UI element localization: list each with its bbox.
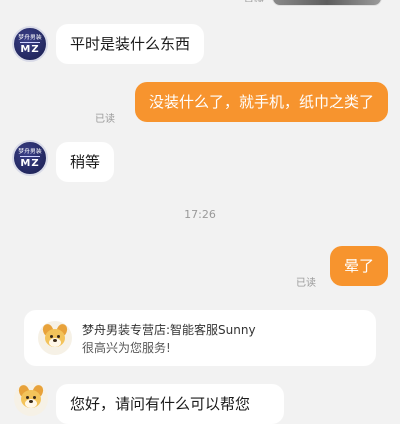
message-bubble-incoming[interactable]: 稍等	[56, 142, 115, 182]
read-status: 已读	[95, 114, 115, 125]
avatar-text-top: 梦舟男装	[18, 32, 42, 41]
bot-intro-card[interactable]: 梦舟男装专营店:智能客服Sunny 很高兴为您服务!	[24, 310, 376, 366]
bot-greeting: 很高兴为您服务!	[82, 341, 171, 355]
message-bubble-outgoing[interactable]: 晕了	[329, 246, 388, 286]
avatar-text-top: 梦舟男装	[18, 146, 42, 155]
message-bubble-incoming[interactable]: 您好，请问有什么可以帮您	[56, 384, 284, 424]
message-text: 晕了	[343, 257, 374, 275]
image-thumbnail-cropped[interactable]	[272, 0, 382, 6]
read-status: 已读	[296, 278, 316, 289]
avatar-divider	[20, 41, 40, 43]
shop-avatar[interactable]: 梦舟男装 MZ	[12, 140, 48, 176]
message-text: 没装什么了，就手机，纸巾之类了	[148, 93, 374, 111]
bot-avatar-dog-icon	[38, 321, 72, 355]
read-status-cropped: 已读	[244, 0, 264, 2]
shop-avatar[interactable]: 梦舟男装 MZ	[12, 26, 48, 62]
message-text: 平时是装什么东西	[70, 35, 191, 53]
avatar-divider	[20, 155, 40, 157]
message-bubble-incoming[interactable]: 平时是装什么东西	[56, 24, 205, 64]
bot-avatar-dog-icon[interactable]	[14, 382, 48, 416]
message-text: 稍等	[70, 153, 101, 171]
chat-timestamp: 17:26	[184, 208, 216, 221]
avatar-text-mz: MZ	[20, 43, 40, 55]
avatar-text-mz: MZ	[20, 157, 40, 169]
message-bubble-outgoing[interactable]: 没装什么了，就手机，纸巾之类了	[134, 82, 388, 122]
bot-name: 梦舟男装专营店:智能客服Sunny	[82, 323, 256, 337]
message-text: 您好，请问有什么可以帮您	[70, 395, 251, 413]
